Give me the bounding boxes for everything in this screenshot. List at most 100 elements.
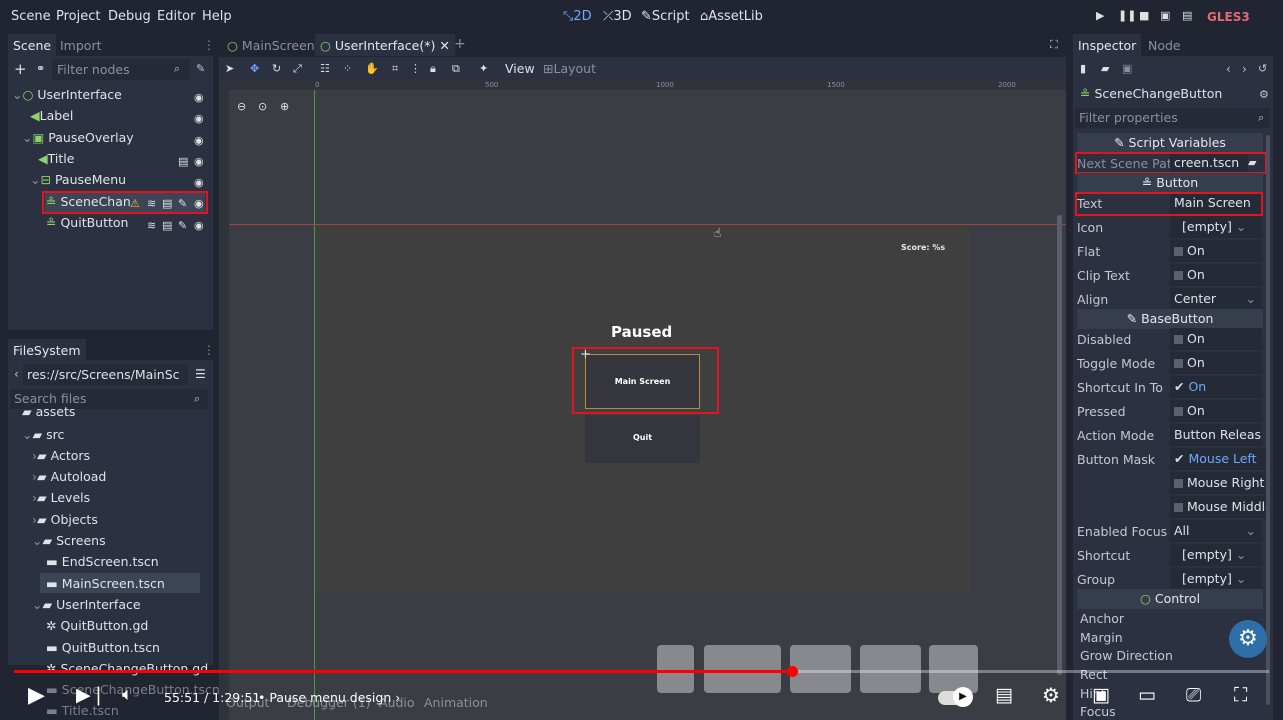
chapter-title[interactable]: • Pause menu design ›: [258, 690, 400, 705]
visibility-eye-icon[interactable]: ◉: [194, 134, 204, 147]
prop-group-grow-direction[interactable]: Grow Direction: [1080, 648, 1173, 663]
fs-file-quitbutton-gd[interactable]: ✲ QuitButton.gd: [46, 618, 148, 633]
path-field[interactable]: res://src/Screens/MainSc: [23, 364, 188, 385]
history-icon[interactable]: ↺: [1258, 62, 1267, 75]
visibility-eye-icon[interactable]: ◉: [194, 91, 204, 104]
view-menu[interactable]: View: [505, 61, 535, 76]
prop-group-value[interactable]: [empty] ⌄: [1170, 568, 1262, 590]
menu-editor[interactable]: Editor: [157, 9, 195, 24]
fs-folder-actors[interactable]: ›▰ Actors: [32, 448, 90, 463]
prop-shortcut-in-tooltip-checkbox[interactable]: ✔ On: [1170, 376, 1262, 398]
pan-tool-icon[interactable]: ✋: [365, 62, 379, 75]
script-icon[interactable]: ✎: [178, 219, 187, 232]
workspace-assetlib[interactable]: ⌂AssetLib: [700, 9, 763, 24]
group-icon[interactable]: ⧉: [452, 62, 460, 76]
instance-icon[interactable]: ▤: [162, 219, 172, 232]
prop-toggle-mode-checkbox[interactable]: On: [1170, 352, 1262, 374]
tab-userinterface[interactable]: ○ UserInterface(*) ✕: [315, 34, 455, 56]
prop-group-focus[interactable]: Focus: [1080, 704, 1116, 718]
tree-node-pauseoverlay[interactable]: ⌄▣ PauseOverlay: [22, 130, 134, 151]
fs-folder-objects[interactable]: ›▰ Objects: [32, 512, 98, 527]
filter-nodes-input[interactable]: Filter nodes: [52, 59, 190, 80]
tree-node-quitbutton[interactable]: ≗ QuitButton: [46, 215, 128, 236]
layout-menu[interactable]: ⊞Layout: [543, 61, 596, 76]
prop-icon-value[interactable]: [empty] ⌄: [1170, 216, 1262, 238]
prop-mask-mouse-left[interactable]: ✔ Mouse Left: [1170, 448, 1270, 470]
play-custom-icon[interactable]: ▤: [1182, 9, 1192, 22]
fs-folder-userinterface[interactable]: ⌄▰ UserInterface: [32, 597, 141, 612]
stop-icon[interactable]: ■: [1139, 9, 1149, 22]
volume-icon[interactable]: 🔈︎: [122, 684, 133, 705]
fs-file-endscreen[interactable]: ▬ EndScreen.tscn: [46, 554, 159, 569]
signal-icon[interactable]: ≋: [147, 219, 156, 232]
prop-group-margin[interactable]: Margin: [1080, 630, 1123, 645]
history-back-icon[interactable]: ‹: [1226, 62, 1231, 76]
workspace-2d[interactable]: ⤡2D: [563, 9, 592, 24]
play-scene-icon[interactable]: ▣: [1160, 9, 1170, 22]
tree-node-pausemenu[interactable]: ⌄⊟ PauseMenu: [30, 172, 126, 193]
tab-inspector[interactable]: Inspector: [1073, 34, 1142, 56]
tree-node-title[interactable]: ◀Title: [38, 151, 74, 172]
panel-menu-icon[interactable]: ⋮: [203, 38, 215, 52]
subtitles-icon[interactable]: ▤: [995, 684, 1013, 706]
menu-scene[interactable]: Scene: [11, 9, 51, 24]
menu-debug[interactable]: Debug: [108, 9, 151, 24]
cast-icon[interactable]: ⎚: [1186, 684, 1201, 706]
viewport-scrollbar[interactable]: [1057, 215, 1062, 675]
back-icon[interactable]: ‹: [14, 367, 19, 381]
inspector-scrollbar[interactable]: [1266, 135, 1270, 705]
fs-folder-src[interactable]: ⌄▰ src: [22, 427, 64, 442]
menu-project[interactable]: Project: [56, 9, 100, 24]
prop-disabled-checkbox[interactable]: On: [1170, 328, 1262, 350]
fs-file-mainscreen[interactable]: ▬ MainScreen.tscn: [46, 576, 165, 591]
canvas-viewport[interactable]: 0 500 1000 1500 2000 ⊖ ⊙ ⊕ Score: %s Pau…: [219, 80, 1066, 720]
visibility-eye-icon[interactable]: ◉: [194, 176, 204, 189]
workspace-script[interactable]: ✎Script: [641, 9, 690, 24]
history-forward-icon[interactable]: ›: [1242, 62, 1247, 76]
prop-clip-text-checkbox[interactable]: On: [1170, 264, 1262, 286]
fs-folder-autoload[interactable]: ›▰ Autoload: [32, 469, 106, 484]
prop-pressed-checkbox[interactable]: On: [1170, 400, 1262, 422]
play-icon[interactable]: ▶: [1096, 9, 1104, 22]
visibility-eye-icon[interactable]: ◉: [194, 219, 204, 232]
more-icon[interactable]: ⋮: [410, 62, 421, 75]
prop-flat-checkbox[interactable]: On: [1170, 240, 1262, 262]
play-icon[interactable]: ▶: [28, 683, 45, 708]
visibility-eye-icon[interactable]: ◉: [194, 155, 204, 168]
close-icon[interactable]: ✕: [439, 38, 449, 53]
pivot-tool-icon[interactable]: ⁘: [343, 62, 352, 75]
tab-mainscreen[interactable]: ○ MainScreen: [222, 34, 320, 56]
fullscreen-icon[interactable]: ⛶: [1234, 684, 1247, 706]
section-base-button[interactable]: ✎ BaseButton: [1077, 309, 1263, 329]
move-tool-icon[interactable]: ✥: [250, 62, 259, 75]
load-icon[interactable]: ▰: [1101, 62, 1109, 75]
pause-icon[interactable]: ❚❚: [1118, 9, 1136, 22]
bone-icon[interactable]: ✦: [479, 62, 488, 75]
fs-folder-screens[interactable]: ⌄▰ Screens: [32, 533, 106, 548]
link-icon[interactable]: ⚭: [36, 62, 45, 75]
instance-icon[interactable]: ▤: [178, 155, 188, 168]
fs-file-scenechangebutton-gd[interactable]: ✲ SceneChangeButton.gd: [46, 661, 208, 676]
tab-animation[interactable]: Animation: [424, 695, 488, 710]
prop-mask-mouse-right[interactable]: Mouse Right: [1170, 472, 1270, 494]
tab-filesystem[interactable]: FileSystem: [8, 339, 86, 361]
section-button[interactable]: ≗ Button: [1077, 173, 1263, 193]
fs-folder-assets[interactable]: ▰ assets: [22, 404, 75, 416]
renderer-select[interactable]: GLES3: [1207, 10, 1250, 24]
channel-logo-gear-icon[interactable]: ⚙: [1229, 620, 1267, 658]
filter-properties-input[interactable]: Filter properties: [1075, 108, 1270, 128]
tab-node[interactable]: Node: [1143, 34, 1186, 56]
quit-button[interactable]: Quit: [585, 415, 700, 463]
section-control[interactable]: ○ Control: [1077, 589, 1263, 609]
rotate-tool-icon[interactable]: ↻: [272, 62, 281, 75]
scale-tool-icon[interactable]: ⤢: [293, 62, 302, 76]
miniplayer-icon[interactable]: ▣: [1092, 684, 1110, 706]
progress-scrubber[interactable]: [787, 666, 798, 677]
theater-mode-icon[interactable]: ▭: [1138, 684, 1156, 706]
zoom-out-icon[interactable]: ⊖: [237, 100, 246, 113]
object-props-icon[interactable]: ⚙: [1259, 88, 1269, 101]
distraction-free-icon[interactable]: ⛶: [1050, 38, 1058, 52]
tab-import[interactable]: Import: [55, 34, 107, 56]
add-node-icon[interactable]: +: [14, 60, 27, 78]
save-icon[interactable]: ▣: [1122, 62, 1132, 75]
